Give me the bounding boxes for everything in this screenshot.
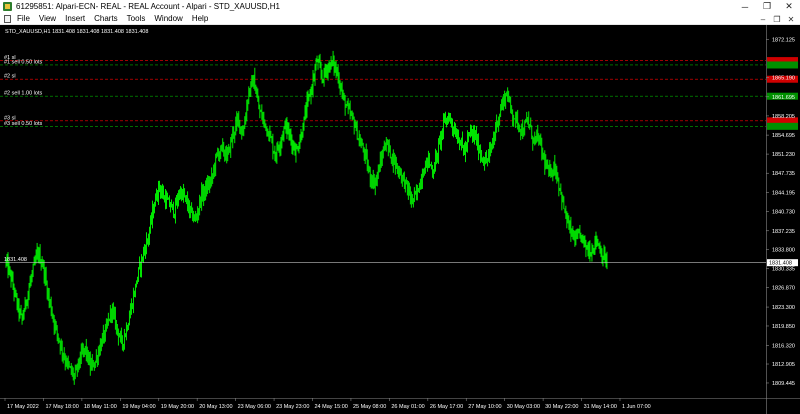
time-tick-label: 23 May 23:00 <box>276 404 309 410</box>
minimize-button[interactable]: ─ <box>734 0 756 13</box>
price-tick-label: 1840.730 <box>772 210 795 216</box>
chart-canvas[interactable]: STD_XAUUSD,H1 1831.408 1831.408 1831.408… <box>0 25 800 414</box>
window-controls: ─ ❐ ✕ <box>734 0 800 13</box>
time-tick-label: 23 May 06:00 <box>238 404 271 410</box>
close-button[interactable]: ✕ <box>778 0 800 13</box>
price-tick-label: 1854.695 <box>772 133 795 139</box>
sell-order-label: #2 sell 1.00 lots <box>4 91 42 97</box>
chart-header-text: STD_XAUUSD,H1 1831.408 1831.408 1831.408… <box>5 29 148 35</box>
price-tick-label: 1809.445 <box>772 381 795 387</box>
price-tick-label: 1819.850 <box>772 324 795 330</box>
menu-insert[interactable]: Insert <box>65 14 85 23</box>
order-price-tag <box>767 61 798 69</box>
time-tick-label: 27 May 10:00 <box>468 404 501 410</box>
chart-document-icon[interactable] <box>4 14 11 23</box>
time-tick-label: 20 May 13:00 <box>199 404 232 410</box>
order-lines: #1 sl#1 sell 0.50 lots#2 sl#2 sell 1.00 … <box>0 55 798 130</box>
menu-bar: File View Insert Charts Tools Window Hel… <box>0 13 800 25</box>
price-tick-label: 1872.125 <box>772 38 795 44</box>
candles <box>5 50 608 385</box>
price-tick-label: 1837.235 <box>772 229 795 235</box>
time-tick-label: 25 May 08:00 <box>353 404 386 410</box>
sell-order-label: #3 sell 0.50 lots <box>4 121 42 127</box>
time-tick-label: 30 May 03:00 <box>507 404 540 410</box>
price-tick-label: 1844.195 <box>772 191 795 197</box>
restore-button[interactable]: ❐ <box>756 0 778 13</box>
price-tick-label: 1851.230 <box>772 152 795 158</box>
sell-order-label: #1 sell 0.50 lots <box>4 59 42 65</box>
time-tick-label: 26 May 01:00 <box>391 404 424 410</box>
title-bar: 61295851: Alpari-ECN- REAL - REAL Accoun… <box>0 0 800 13</box>
price-tick-label: 1823.300 <box>772 305 795 311</box>
menu-file[interactable]: File <box>17 14 30 23</box>
price-tick-label: 1847.735 <box>772 171 795 177</box>
price-tick-label: 1830.335 <box>772 267 795 273</box>
bid-line-label: 1831.408 <box>4 257 27 263</box>
order-price-tag <box>767 122 798 130</box>
price-tick-label: 1816.320 <box>772 343 795 349</box>
price-tick-label: 1833.800 <box>772 248 795 254</box>
bid-line-group: 1831.4081831.408 <box>0 257 798 267</box>
chart-window-controls: – ❐ ✕ <box>756 13 798 25</box>
time-tick-label: 31 May 14:00 <box>584 404 617 410</box>
time-axis: 17 May 2022 17 May 18:00 18 May 11:00 19 Ma… <box>4 398 651 410</box>
time-tick-label: 17 May 2022 <box>7 404 39 410</box>
price-axis: 1872.125 1865.190 1861.695 1858.205 1854.695… <box>766 38 795 387</box>
time-tick-label: 17 May 18:00 <box>45 404 78 410</box>
time-tick-label: 1 Jun 07:00 <box>622 404 651 410</box>
price-tick-label: 1858.205 <box>772 114 795 120</box>
menu-view[interactable]: View <box>39 14 56 23</box>
stop-loss-label: #2 sl <box>4 74 16 80</box>
chart-minimize-button[interactable]: – <box>756 13 770 25</box>
price-tick-label: 1865.190 <box>772 76 795 82</box>
price-tick-label: 1861.695 <box>772 95 795 101</box>
chart-restore-button[interactable]: ❐ <box>770 13 784 25</box>
metatrader-app-icon <box>3 2 12 11</box>
time-tick-label: 18 May 11:00 <box>84 404 117 410</box>
chart-close-button[interactable]: ✕ <box>784 13 798 25</box>
price-chart[interactable]: STD_XAUUSD,H1 1831.408 1831.408 1831.408… <box>0 25 800 414</box>
window-title: 61295851: Alpari-ECN- REAL - REAL Accoun… <box>16 2 280 11</box>
time-tick-label: 19 May 04:00 <box>122 404 155 410</box>
time-tick-label: 30 May 22:00 <box>545 404 578 410</box>
price-tick-label: 1812.905 <box>772 362 795 368</box>
time-tick-label: 24 May 15:00 <box>315 404 348 410</box>
time-tick-label: 19 May 20:00 <box>161 404 194 410</box>
menu-charts[interactable]: Charts <box>94 14 118 23</box>
menu-help[interactable]: Help <box>192 14 208 23</box>
time-tick-label: 26 May 17:00 <box>430 404 463 410</box>
price-tick-label: 1826.870 <box>772 286 795 292</box>
menu-window[interactable]: Window <box>154 14 182 23</box>
menu-tools[interactable]: Tools <box>127 14 146 23</box>
